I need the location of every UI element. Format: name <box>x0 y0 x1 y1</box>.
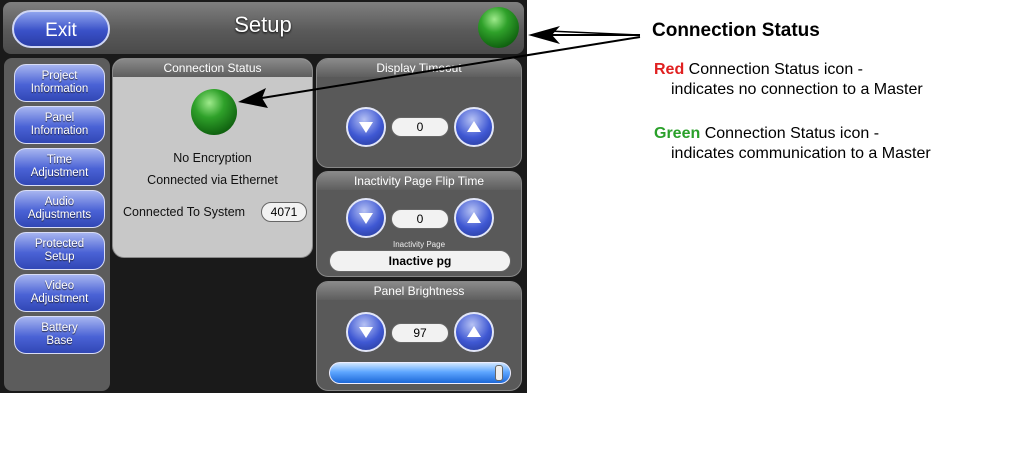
green-line2: indicates communication to a Master <box>671 145 931 162</box>
green-word: Green <box>654 125 701 142</box>
annotation-title: Connection Status <box>652 20 820 41</box>
annotation-arrows <box>238 26 641 108</box>
arrow-line <box>261 36 641 99</box>
annotation-red: Red Connection Status icon - indicates n… <box>654 60 923 100</box>
green-line1: Connection Status icon - <box>700 125 880 142</box>
red-line1: Connection Status icon - <box>684 61 863 78</box>
annotation-green: Green Connection Status icon - indicates… <box>654 124 931 164</box>
red-line2: indicates no connection to a Master <box>671 81 923 98</box>
red-word: Red <box>654 61 685 78</box>
amx-logo: AMX <box>28 428 76 450</box>
